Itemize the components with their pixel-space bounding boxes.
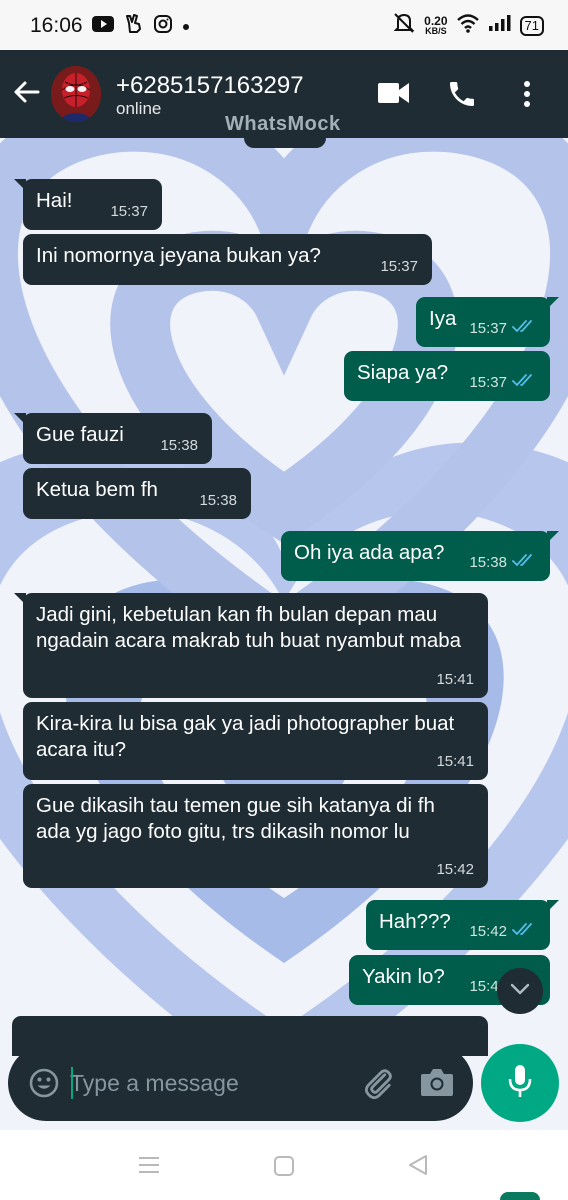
- message-time: 15:38: [469, 554, 507, 571]
- message-outgoing[interactable]: Siapa ya? 15:37: [344, 351, 550, 401]
- phone-icon[interactable]: [446, 78, 478, 115]
- camera-icon[interactable]: [420, 1067, 454, 1102]
- message-composer: [8, 1045, 473, 1121]
- network-speed: 0.20 KB/S: [424, 15, 447, 36]
- notification-icons: [92, 14, 190, 39]
- youtube-icon: [92, 16, 114, 37]
- message-incoming[interactable]: Kira-kira lu bisa gak ya jadi photograph…: [23, 702, 488, 780]
- double-check-icon: [512, 919, 536, 945]
- dot-icon: [182, 18, 190, 36]
- status-bar: 16:06 0.20 KB/S 71: [0, 0, 568, 50]
- floating-button-peek: [500, 1192, 540, 1200]
- message-time: 15:42: [436, 861, 474, 878]
- message-outgoing[interactable]: Oh iya ada apa? 15:38: [281, 531, 559, 581]
- watermark: WhatsMock: [225, 113, 341, 135]
- back-arrow-icon[interactable]: [12, 80, 40, 109]
- message-incoming[interactable]: Gue fauzi 15:38: [14, 413, 212, 464]
- contact-name[interactable]: +6285157163297: [116, 72, 304, 100]
- signal-icon: [488, 14, 512, 37]
- nav-back-icon[interactable]: [407, 1154, 429, 1181]
- message-meta: 15:38: [469, 550, 536, 576]
- message-text: Kira-kira lu bisa gak ya jadi photograph…: [36, 712, 455, 761]
- status-time: 16:06: [30, 14, 83, 37]
- home-icon[interactable]: [273, 1155, 295, 1182]
- paperclip-icon[interactable]: [360, 1065, 396, 1106]
- message-time: 15:38: [199, 492, 237, 509]
- scroll-to-bottom-button[interactable]: [497, 968, 543, 1014]
- message-text: Jadi gini, kebetulan kan fh bulan depan …: [36, 603, 462, 652]
- instagram-icon: [154, 15, 172, 38]
- text-cursor: [71, 1067, 73, 1099]
- message-text: Ini nomornya jeyana bukan ya?: [36, 244, 321, 267]
- video-call-icon[interactable]: [378, 82, 410, 109]
- system-status-icons: 0.20 KB/S 71: [392, 12, 544, 39]
- mic-button[interactable]: [481, 1044, 559, 1122]
- message-meta: 15:41: [436, 667, 474, 693]
- message-time: 15:37: [380, 258, 418, 275]
- message-incoming[interactable]: Ketua bem fh 15:38: [23, 468, 251, 519]
- message-outgoing[interactable]: Hah??? 15:42: [366, 900, 559, 950]
- message-incoming[interactable]: Gue dikasih tau temen gue sih katanya di…: [23, 784, 488, 888]
- peace-hand-icon: [124, 14, 144, 39]
- system-navigation-bar: [0, 1130, 568, 1200]
- previous-message-stub: [244, 138, 326, 148]
- message-time: 15:38: [160, 437, 198, 454]
- message-incoming[interactable]: Jadi gini, kebetulan kan fh bulan depan …: [14, 593, 488, 698]
- wifi-icon: [456, 13, 480, 38]
- battery-icon: 71: [519, 15, 544, 36]
- message-meta: 15:38: [160, 433, 198, 459]
- message-time: 15:42: [469, 923, 507, 940]
- message-meta: 15:37: [469, 370, 536, 396]
- message-meta: 15:41: [436, 749, 474, 775]
- contact-status: online: [116, 99, 162, 118]
- message-incoming[interactable]: Ini nomornya jeyana bukan ya? 15:37: [23, 234, 432, 285]
- chevron-down-icon: [510, 982, 530, 1001]
- double-check-icon: [512, 370, 536, 396]
- message-meta: 15:37: [469, 316, 536, 342]
- message-meta: 15:38: [199, 488, 237, 514]
- message-incoming[interactable]: Hai! 15:37: [14, 179, 162, 230]
- double-check-icon: [512, 316, 536, 342]
- message-input[interactable]: [70, 1065, 340, 1101]
- message-meta: 15:42: [436, 857, 474, 883]
- network-speed-unit: KB/S: [425, 26, 447, 36]
- chat-area[interactable]: Hai! 15:37 Ini nomornya jeyana bukan ya?…: [0, 138, 568, 1130]
- more-vertical-icon[interactable]: [522, 80, 532, 113]
- message-text: Gue dikasih tau temen gue sih katanya di…: [36, 794, 435, 843]
- message-time: 15:37: [469, 320, 507, 337]
- message-meta: 15:42: [469, 919, 536, 945]
- message-time: 15:37: [110, 203, 148, 220]
- message-time: 15:37: [469, 374, 507, 391]
- mute-icon: [392, 12, 416, 39]
- message-time: 15:41: [436, 753, 474, 770]
- message-outgoing[interactable]: Iya 15:37: [416, 297, 559, 347]
- message-meta: 15:37: [380, 254, 418, 280]
- double-check-icon: [512, 550, 536, 576]
- avatar[interactable]: [51, 66, 101, 122]
- emoji-icon[interactable]: [28, 1067, 60, 1104]
- message-meta: 15:37: [110, 199, 148, 225]
- microphone-icon: [507, 1063, 533, 1104]
- recent-apps-icon[interactable]: [138, 1155, 160, 1180]
- message-time: 15:41: [436, 671, 474, 688]
